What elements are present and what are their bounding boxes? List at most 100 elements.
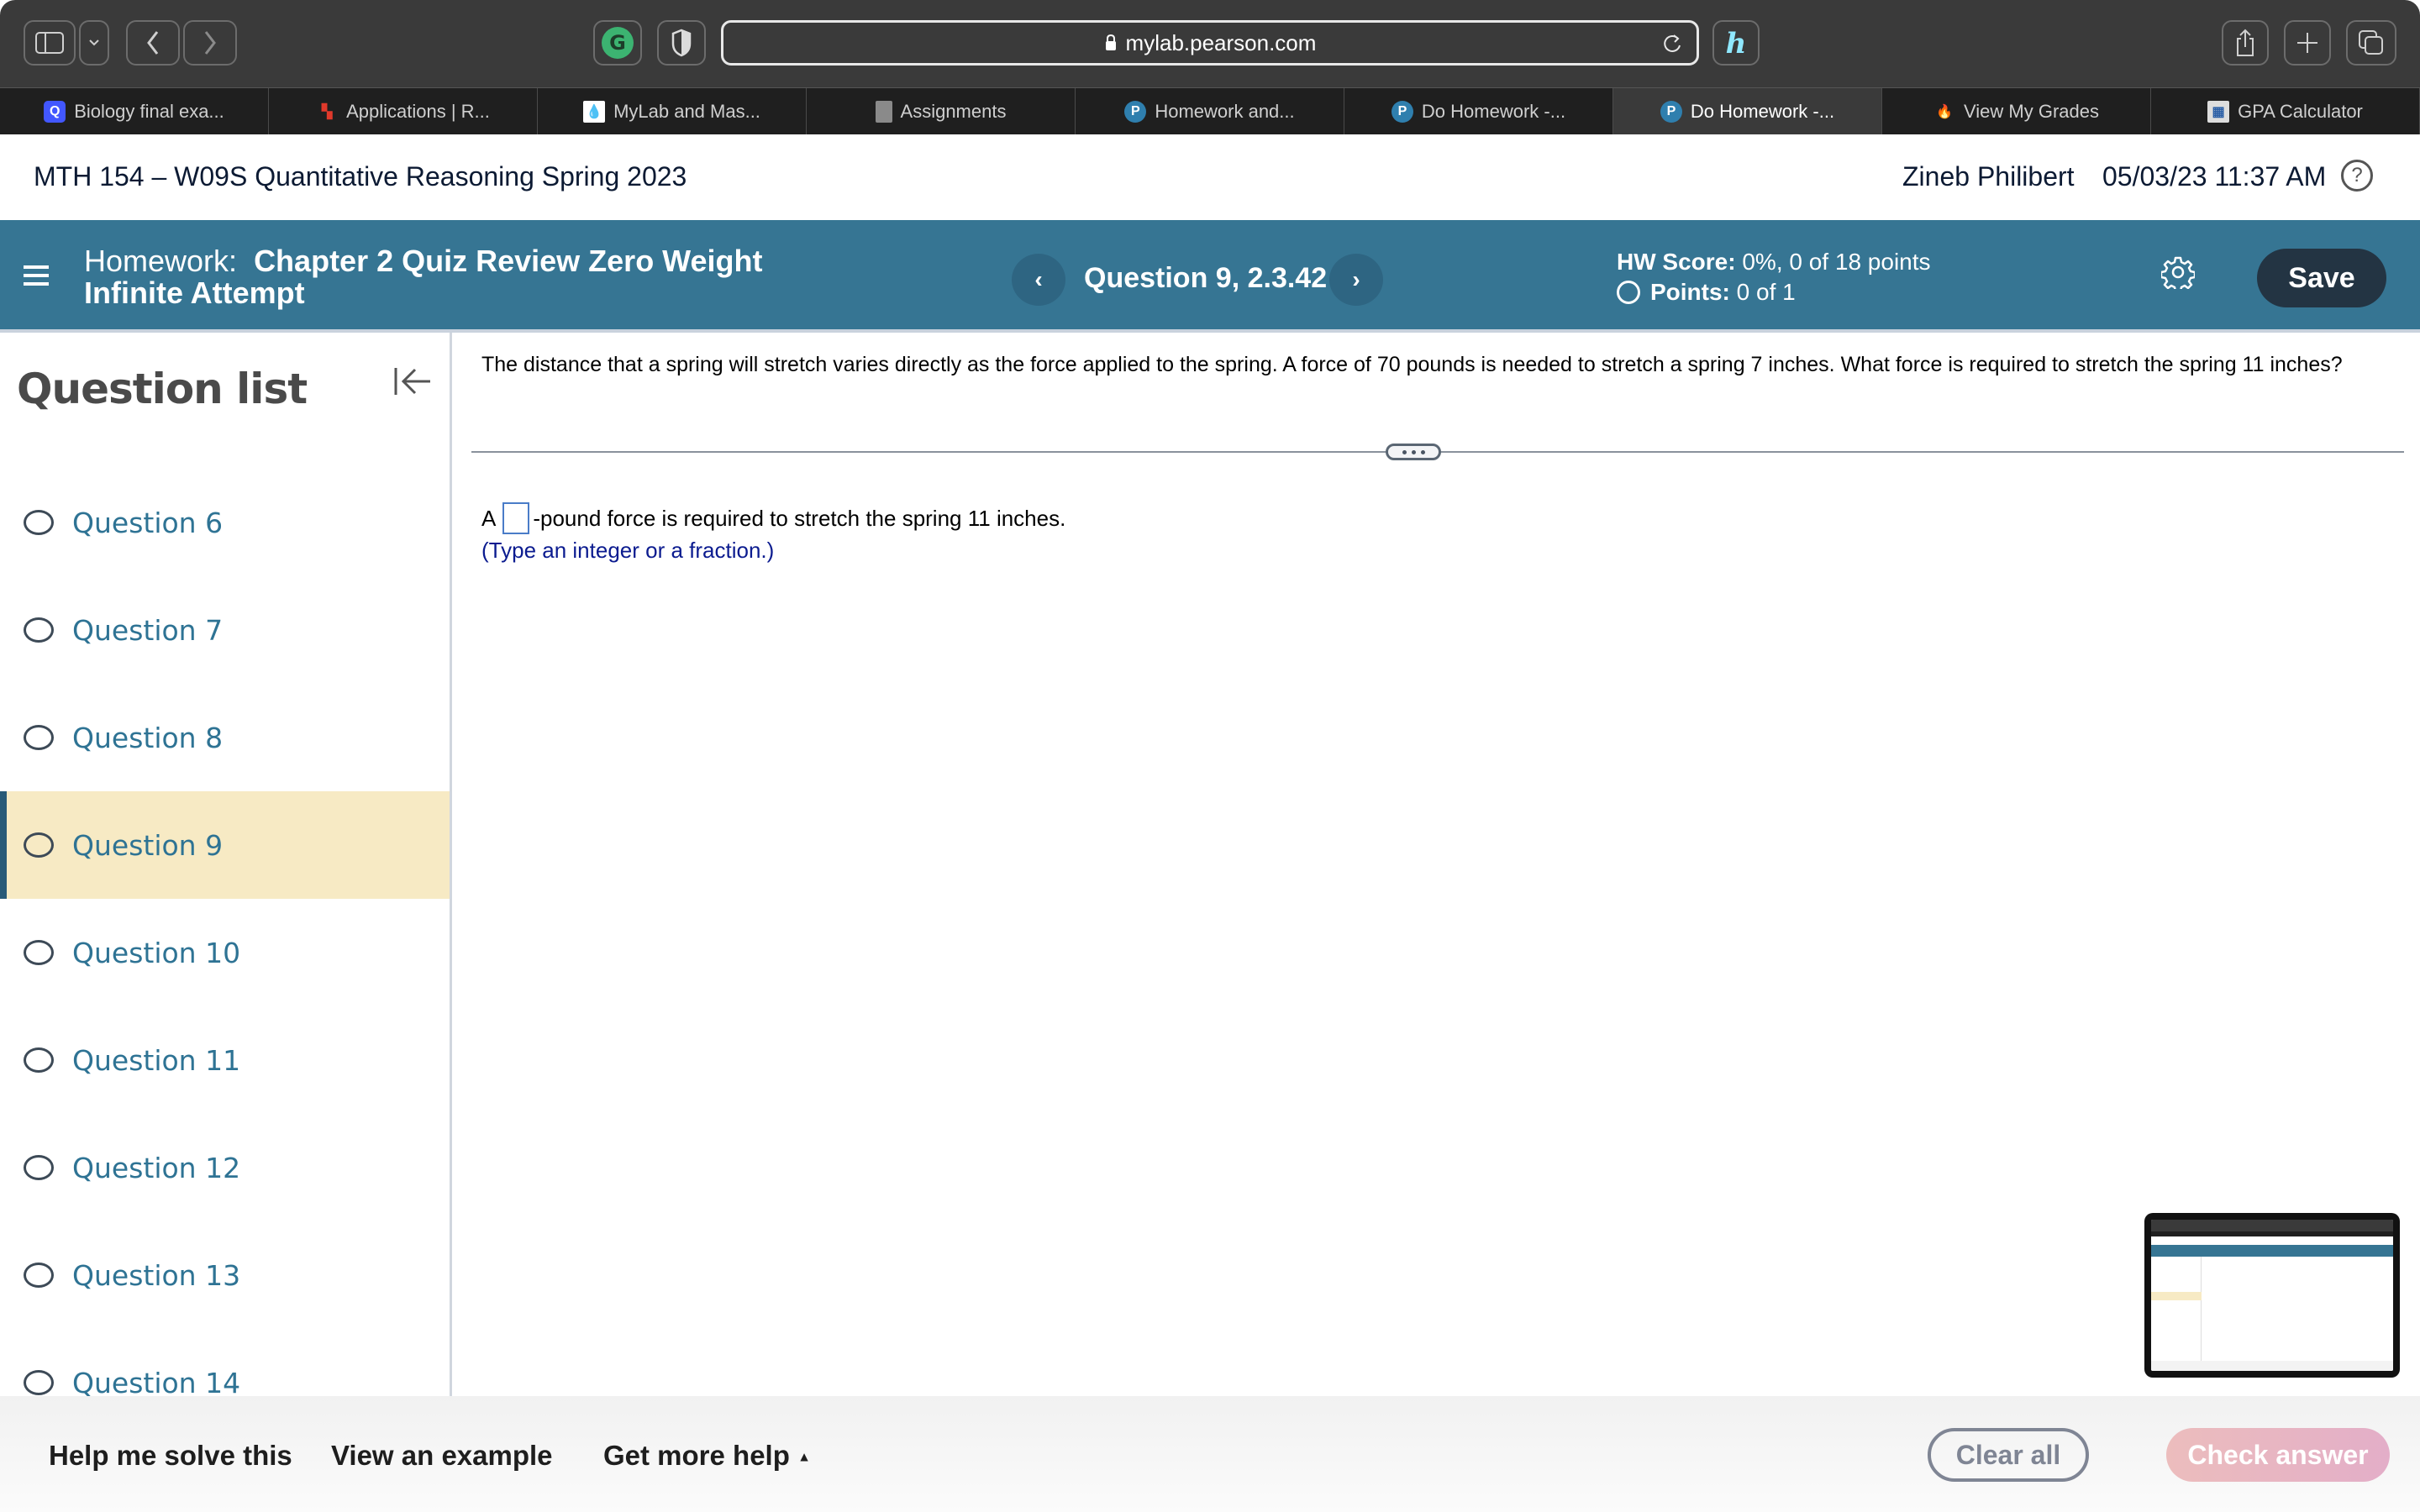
browser-tab[interactable]: ▚ Applications | R... [269, 88, 538, 135]
tab-label: Do Homework -... [1421, 101, 1566, 122]
question-list-item[interactable]: Question 6 [0, 469, 450, 576]
question-title: Question 9, 2.3.42 [1084, 262, 1328, 294]
question-status-icon [24, 1047, 54, 1073]
svg-text:h: h [1726, 27, 1747, 60]
plus-icon [2297, 33, 2317, 53]
answer-input[interactable] [502, 502, 530, 534]
forward-button[interactable] [183, 20, 237, 66]
privacy-extension-button[interactable] [657, 20, 706, 66]
clear-all-button[interactable]: Clear all [1928, 1428, 2089, 1482]
document-icon [875, 101, 892, 123]
question-points: Points: 0 of 1 [1617, 277, 1931, 307]
back-button[interactable] [126, 20, 180, 66]
address-bar[interactable]: mylab.pearson.com [721, 20, 1699, 66]
tabs-overview-icon [2359, 30, 2383, 55]
question-list-item-active[interactable]: Question 9 [0, 791, 450, 899]
thumb-active-item [2151, 1292, 2202, 1300]
answer-sentence: A -pound force is required to stretch th… [481, 502, 1065, 534]
answer-hint: (Type an integer or a fraction.) [481, 538, 775, 563]
help-button[interactable]: ? [2341, 160, 2373, 192]
shield-icon [671, 29, 692, 57]
view-example-button[interactable]: View an example [331, 1440, 553, 1472]
question-status-icon [24, 1263, 54, 1288]
thumb-chrome [2151, 1220, 2393, 1231]
thumb-footer [2151, 1361, 2393, 1371]
new-tab-button[interactable] [2284, 20, 2331, 66]
quizlet-icon: Q [44, 101, 66, 123]
question-list-item[interactable]: Question 12 [0, 1114, 450, 1221]
tab-label: Do Homework -... [1690, 101, 1835, 122]
homework-label: Homework: [84, 244, 238, 278]
question-list-item[interactable]: Question 14 [0, 1329, 450, 1396]
app-logo-icon: ▚ [321, 105, 333, 119]
question-text: The distance that a spring will stretch … [481, 353, 2343, 376]
tab-label: Applications | R... [346, 101, 490, 122]
current-datetime: 05/03/23 11:37 AM [2102, 161, 2327, 192]
sidebar-icon [35, 32, 64, 54]
share-icon [2237, 29, 2254, 56]
question-list-item[interactable]: Question 11 [0, 1006, 450, 1114]
check-answer-button[interactable]: Check answer [2166, 1428, 2390, 1482]
tab-overview-button[interactable] [2346, 20, 2396, 66]
gear-icon [2160, 256, 2196, 293]
question-status-icon [24, 1370, 54, 1395]
chevron-down-icon [89, 39, 99, 46]
chevron-right-icon: › [1352, 266, 1360, 292]
hw-score: HW Score: 0%, 0 of 18 points [1617, 249, 1931, 275]
browser-tab[interactable]: Assignments [807, 88, 1076, 135]
answer-prefix: A [481, 505, 497, 531]
question-list-title: Question list [17, 365, 308, 413]
pane-resize-handle[interactable] [1386, 444, 1441, 460]
chevron-left-icon [147, 31, 159, 55]
browser-tab[interactable]: P Do Homework -... [1344, 88, 1613, 135]
menu-button[interactable] [24, 264, 49, 291]
grammarly-extension-button[interactable]: G [593, 20, 642, 66]
dot [1420, 449, 1425, 454]
thumb-hw-bar [2151, 1245, 2393, 1257]
screenshot-thumbnail[interactable] [2144, 1213, 2400, 1378]
lock-icon [1105, 34, 1116, 50]
tab-label: Biology final exa... [74, 101, 224, 122]
browser-tab[interactable]: 💧 MyLab and Mas... [538, 88, 807, 135]
honey-extension-button[interactable]: h [1712, 20, 1760, 66]
browser-tab-active[interactable]: P Do Homework -... [1613, 88, 1882, 135]
previous-question-button[interactable]: ‹ [1012, 254, 1065, 306]
question-list-item[interactable]: Question 8 [0, 684, 450, 791]
share-button[interactable] [2222, 20, 2269, 66]
sidebar-toggle-button[interactable] [24, 20, 76, 66]
homework-title: Homework: Chapter 2 Quiz Review Zero Wei… [84, 245, 840, 309]
get-more-help-button[interactable]: Get more help ▲ [603, 1440, 811, 1472]
course-header: MTH 154 – W09S Quantitative Reasoning Sp… [0, 134, 2420, 220]
collapse-sidebar-button[interactable] [393, 366, 432, 401]
question-status-icon [24, 1155, 54, 1180]
help-footer: Help me solve this View an example Get m… [0, 1396, 2420, 1512]
tab-label: GPA Calculator [2238, 101, 2363, 122]
pearson-icon: P [1660, 101, 1682, 123]
question-status-icon [24, 725, 54, 750]
question-status-icon [24, 832, 54, 858]
next-question-button[interactable]: › [1329, 254, 1383, 306]
grammarly-icon: G [602, 27, 634, 59]
hamburger-icon [24, 265, 49, 286]
help-me-solve-button[interactable]: Help me solve this [49, 1440, 292, 1472]
question-list-item[interactable]: Question 7 [0, 576, 450, 684]
question-list-item[interactable]: Question 13 [0, 1221, 450, 1329]
tab-label: View My Grades [1964, 101, 2099, 122]
question-list-item[interactable]: Question 10 [0, 899, 450, 1006]
browser-tab[interactable]: 🔥 View My Grades [1882, 88, 2151, 135]
browser-tab[interactable]: ▦ GPA Calculator [2151, 88, 2420, 135]
browser-tab[interactable]: Q Biology final exa... [0, 88, 269, 135]
tab-label: Homework and... [1155, 101, 1295, 122]
reload-icon[interactable] [1661, 32, 1683, 55]
thumb-tabs [2151, 1231, 2393, 1236]
browser-tab[interactable]: P Homework and... [1076, 88, 1344, 135]
thumbnail-preview [2151, 1220, 2393, 1371]
save-button[interactable]: Save [2257, 249, 2386, 307]
question-status-icon [24, 617, 54, 643]
answer-suffix: -pound force is required to stretch the … [533, 505, 1066, 531]
settings-button[interactable] [2160, 255, 2196, 293]
tab-label: MyLab and Mas... [613, 101, 760, 122]
dot [1402, 449, 1407, 454]
tab-group-dropdown[interactable] [79, 20, 109, 66]
mylab-icon: 💧 [583, 101, 606, 123]
